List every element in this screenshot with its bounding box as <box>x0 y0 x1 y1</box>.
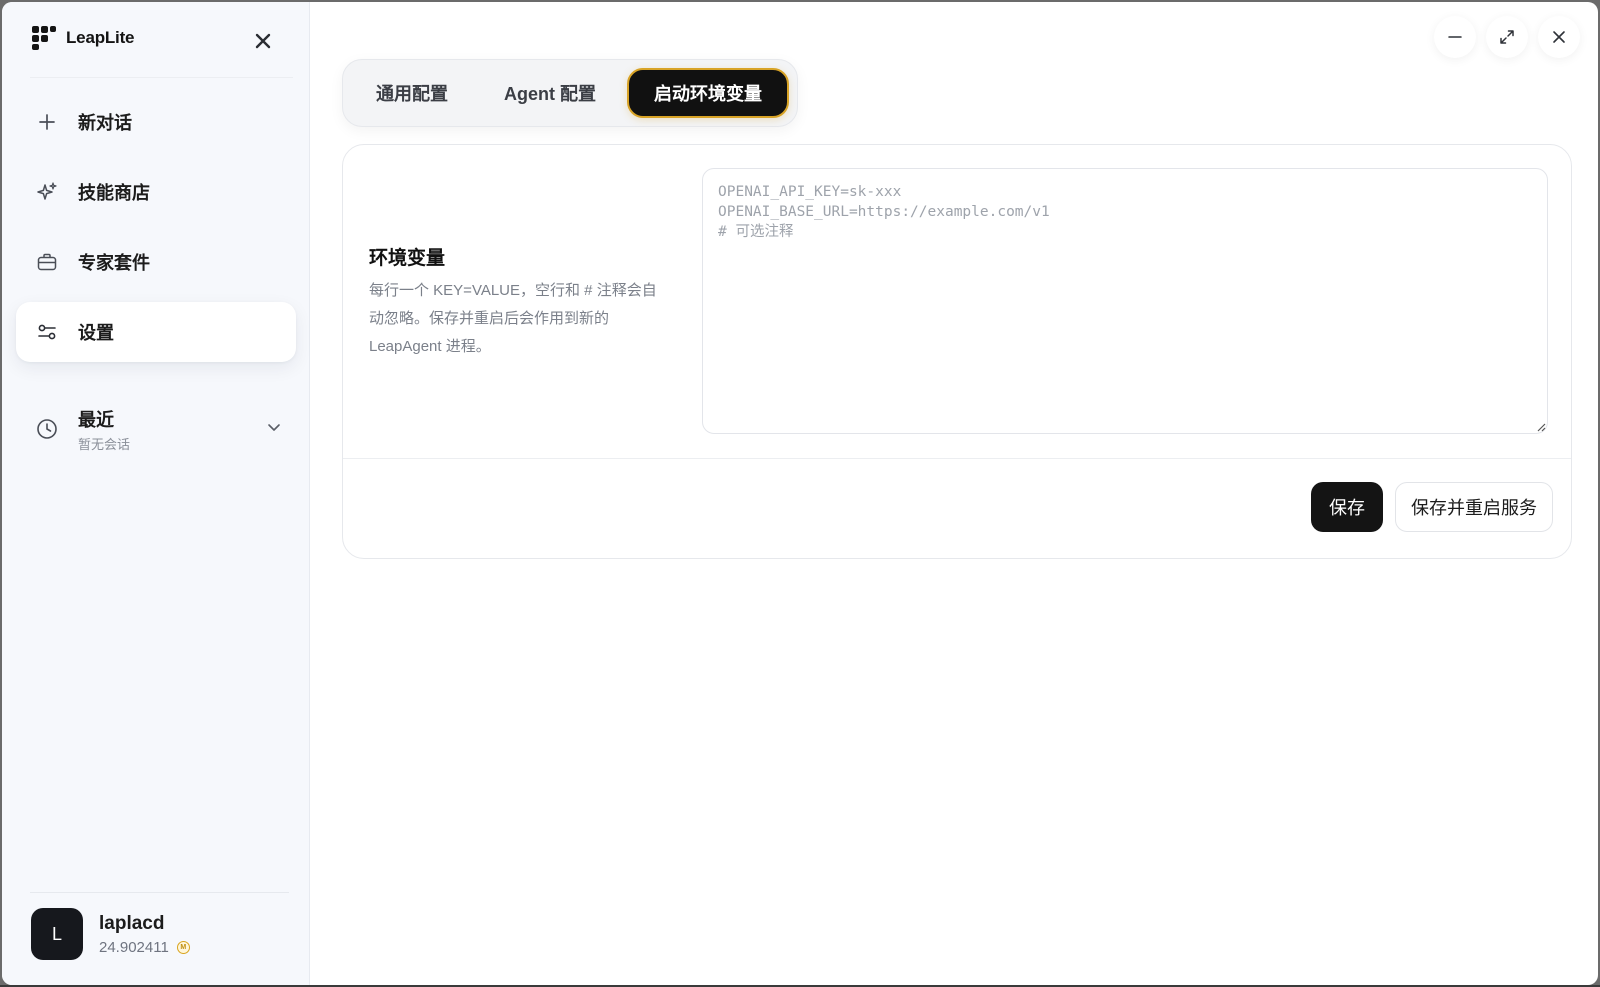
env-vars-textarea[interactable] <box>702 168 1548 434</box>
maximize-button[interactable] <box>1486 16 1528 58</box>
env-vars-description: 每行一个 KEY=VALUE，空行和 # 注释会自动忽略。保存并重启后会作用到新… <box>369 282 657 355</box>
save-button[interactable]: 保存 <box>1311 482 1383 532</box>
minimize-icon <box>1448 36 1462 38</box>
resize-handle-icon[interactable] <box>1536 422 1546 432</box>
minimize-button[interactable] <box>1434 16 1476 58</box>
user-balance-row: 24.902411 M <box>99 939 190 956</box>
env-vars-card: 环境变量 每行一个 KEY=VALUE，空行和 # 注释会自动忽略。保存并重启后… <box>342 144 1572 559</box>
close-sidebar-button[interactable] <box>250 28 276 54</box>
sidebar-divider <box>30 77 293 78</box>
sliders-icon <box>36 321 58 343</box>
user-name: laplacd <box>99 912 165 934</box>
tab-agent-config[interactable]: Agent 配置 <box>479 68 621 118</box>
env-vars-title: 环境变量 <box>369 248 446 269</box>
sidebar-footer-divider <box>30 892 289 893</box>
sidebar-item-label: 设置 <box>78 323 114 343</box>
expand-icon <box>1500 30 1514 44</box>
close-icon <box>255 33 271 49</box>
main-content: 通用配置 Agent 配置 启动环境变量 环境变量 每行一个 KEY=VALUE… <box>310 2 1598 985</box>
sidebar-item-skill-store[interactable]: 技能商店 <box>16 162 296 222</box>
sparkle-icon <box>36 181 58 203</box>
leaplite-logo-icon <box>32 26 56 50</box>
sidebar-item-label: 技能商店 <box>78 183 150 203</box>
user-profile[interactable]: L laplacd 24.902411 M <box>31 908 190 960</box>
save-and-restart-button[interactable]: 保存并重启服务 <box>1395 482 1553 532</box>
brand: LeapLite <box>32 26 135 50</box>
recent-title: 最近 <box>78 409 114 430</box>
sidebar: LeapLite 新对话 技能商店 专家套件 设置 最近 暂无会话 L lapl… <box>2 2 310 985</box>
user-balance: 24.902411 <box>99 938 169 956</box>
sidebar-nav: 新对话 技能商店 专家套件 设置 <box>16 92 296 372</box>
close-window-button[interactable] <box>1538 16 1580 58</box>
card-divider <box>343 458 1571 459</box>
clock-icon <box>36 418 58 440</box>
sidebar-item-settings[interactable]: 设置 <box>16 302 296 362</box>
avatar: L <box>31 908 83 960</box>
sidebar-item-new-chat[interactable]: 新对话 <box>16 92 296 152</box>
recent-section-toggle[interactable]: 最近 暂无会话 <box>16 399 296 459</box>
plus-icon <box>36 111 58 133</box>
briefcase-icon <box>36 251 58 273</box>
recent-empty-text: 暂无会话 <box>78 436 131 452</box>
close-icon <box>1553 31 1565 43</box>
chevron-down-icon <box>268 424 280 431</box>
sidebar-item-label: 新对话 <box>78 113 132 133</box>
coin-icon: M <box>176 940 190 954</box>
sidebar-item-expert-kit[interactable]: 专家套件 <box>16 232 296 292</box>
window-controls <box>1434 16 1580 58</box>
app-window: LeapLite 新对话 技能商店 专家套件 设置 最近 暂无会话 L lapl… <box>2 2 1598 985</box>
sidebar-item-label: 专家套件 <box>78 253 150 273</box>
tab-general-config[interactable]: 通用配置 <box>351 68 473 118</box>
app-name: LeapLite <box>66 28 135 47</box>
settings-tabs: 通用配置 Agent 配置 启动环境变量 <box>342 59 798 127</box>
tab-startup-env-vars[interactable]: 启动环境变量 <box>627 68 789 118</box>
